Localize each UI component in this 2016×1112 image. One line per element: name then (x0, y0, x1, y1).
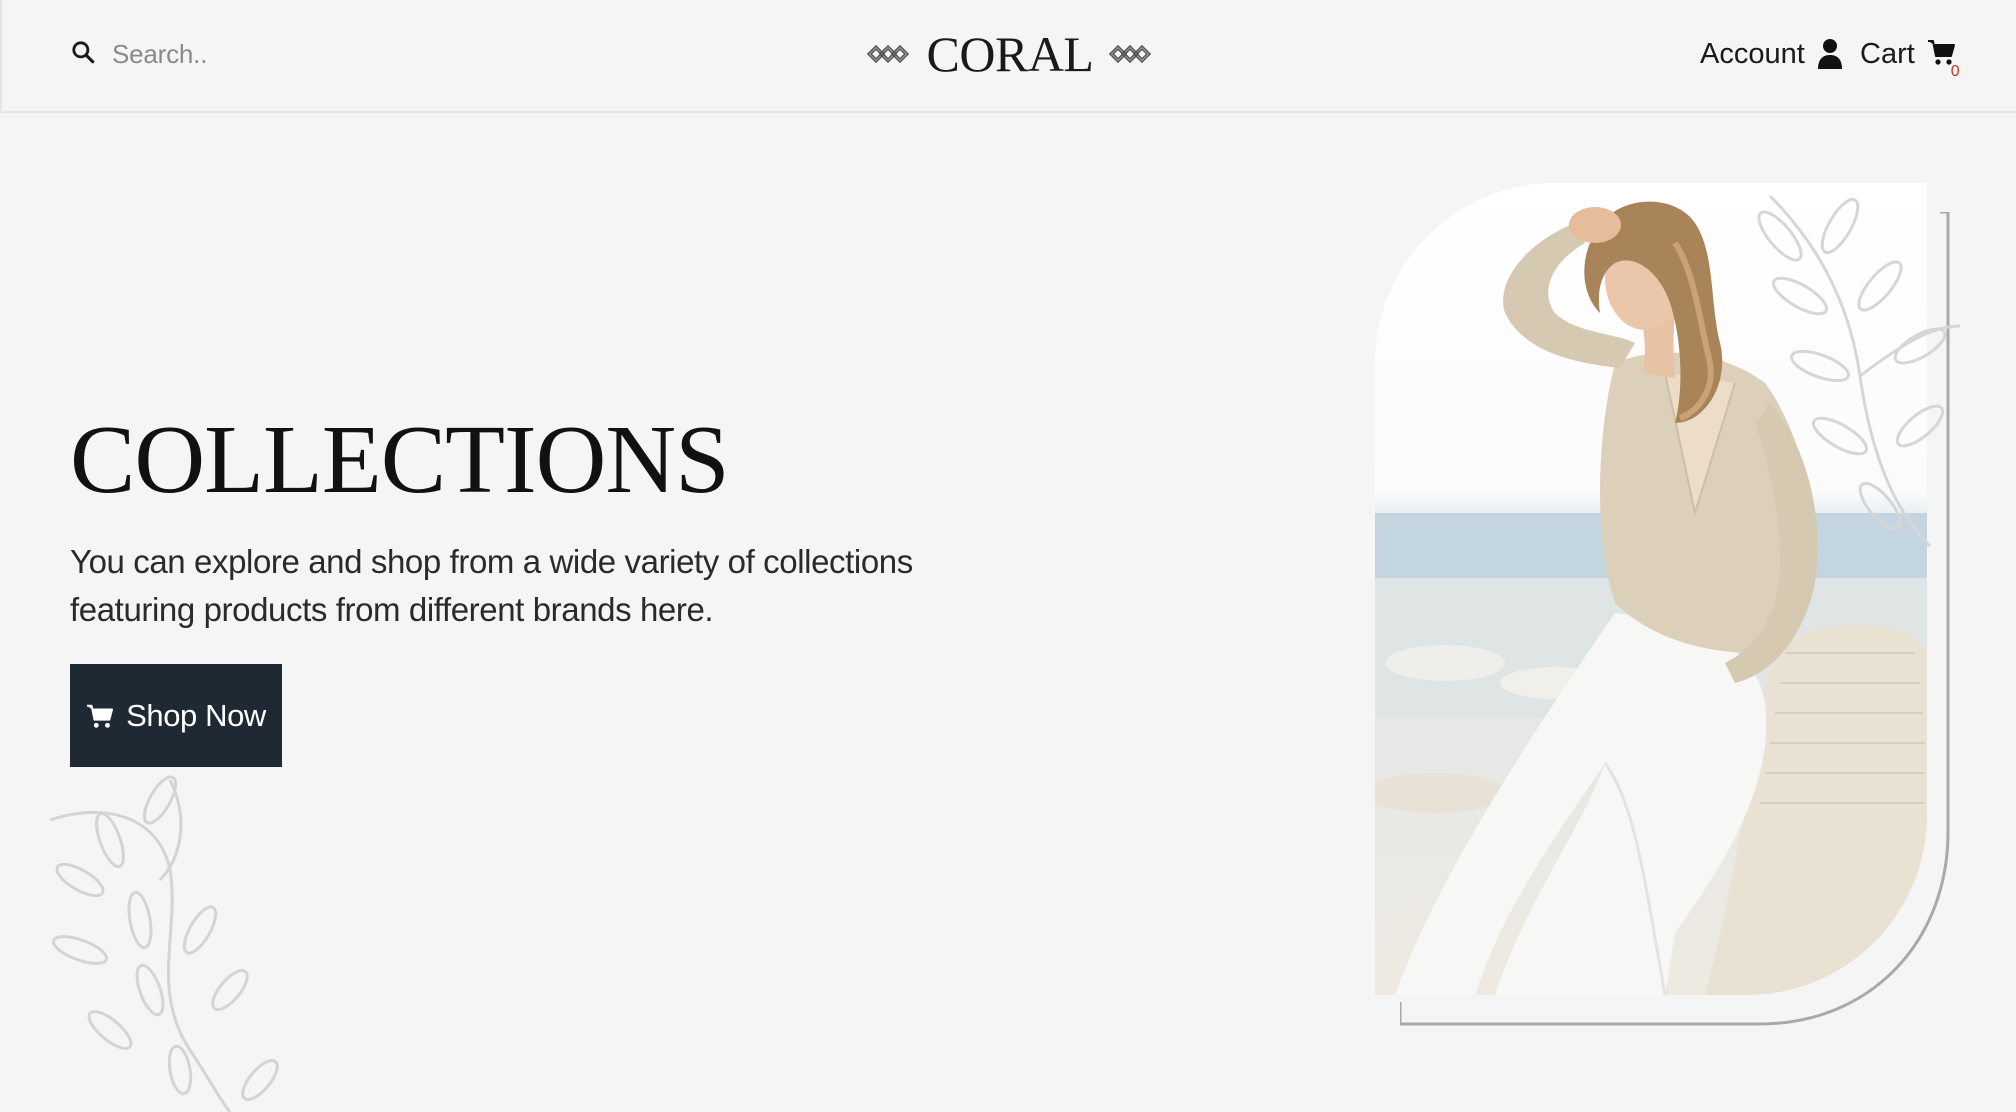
leaf-branch-decoration (49, 775, 279, 1112)
account-label: Account (1700, 37, 1805, 70)
search-icon[interactable] (70, 39, 96, 70)
site-logo[interactable]: CORAL (866, 22, 1152, 86)
logo-wordmark: CORAL (926, 26, 1094, 82)
cart-link[interactable]: Cart 0 (1860, 30, 1960, 80)
cart-icon-wrap: 0 (1927, 38, 1960, 80)
hero-title: COLLECTIONS (70, 406, 730, 514)
shop-now-label: Shop Now (126, 697, 266, 733)
cart-label: Cart (1860, 37, 1915, 70)
logo-diamond-icon (1107, 39, 1155, 69)
user-icon (1817, 39, 1842, 69)
site-header: CORAL Account Cart 0 (0, 0, 2016, 113)
shop-now-button[interactable]: Shop Now (70, 664, 282, 767)
cart-count-badge: 0 (1950, 63, 1960, 80)
hero-description: You can explore and shop from a wide var… (70, 543, 913, 628)
logo-diamond-icon (865, 39, 913, 69)
leaf-branch-decoration (1757, 194, 1961, 548)
search-input[interactable] (110, 32, 450, 76)
account-link[interactable]: Account (1700, 30, 1843, 78)
search-box (70, 32, 450, 76)
shopping-cart-icon (87, 704, 114, 728)
